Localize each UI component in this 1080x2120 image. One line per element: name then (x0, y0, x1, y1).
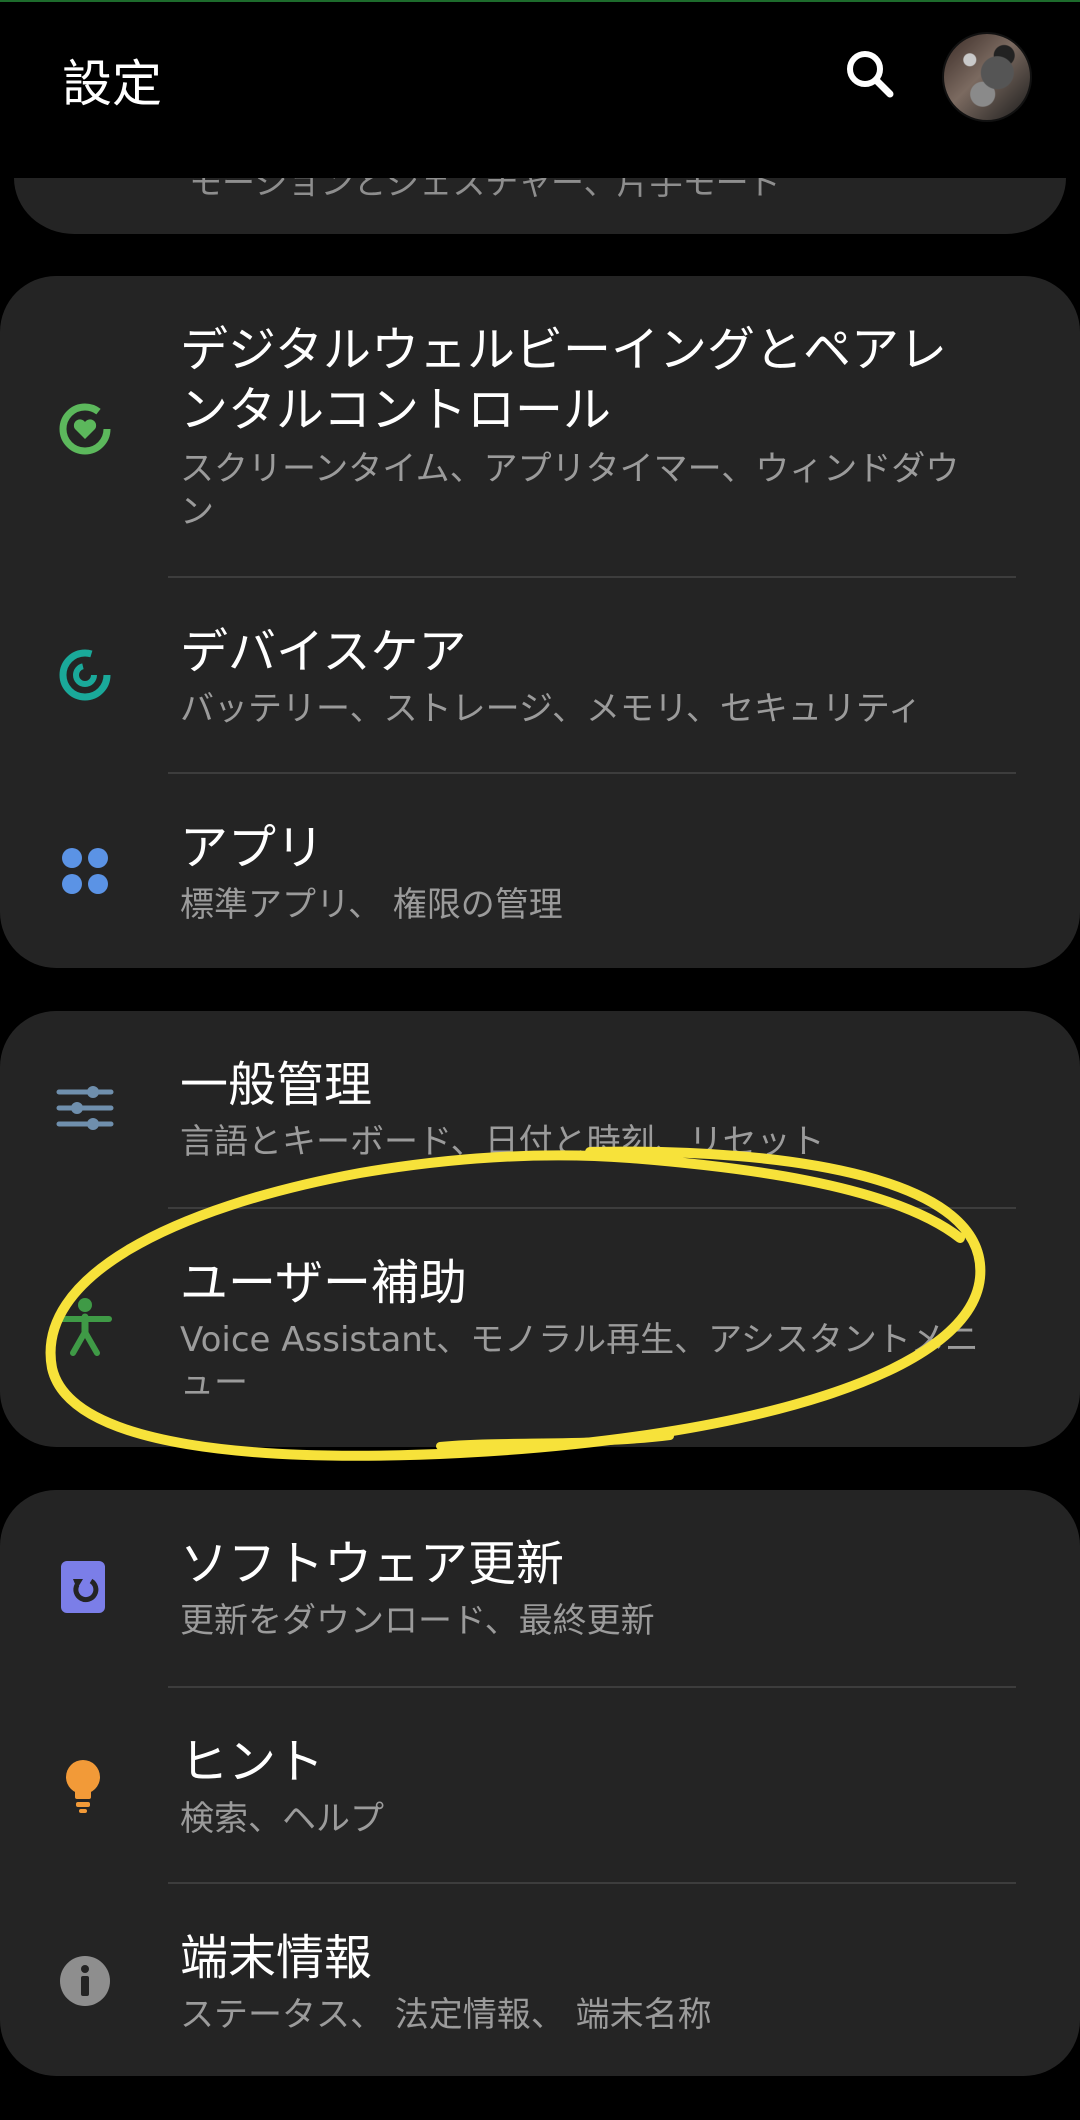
item-subtitle: 言語とキーボード、日付と時刻、リセット (180, 1122, 825, 1162)
settings-item-digital-wellbeing[interactable]: デジタルウェルビーイングとペアレンタルコントロール スクリーンタイム、アプリタイ… (0, 276, 1080, 576)
item-title: ソフトウェア更新 (180, 1536, 565, 1592)
settings-item-accessibility[interactable]: ユーザー補助 Voice Assistant、モノラル再生、アシスタントメニュー (0, 1209, 1080, 1447)
general-management-icon (55, 1078, 115, 1138)
item-title: デジタルウェルビーイングとペアレンタルコントロール (180, 322, 948, 438)
apps-icon (55, 841, 115, 901)
item-title: 端末情報 (180, 1930, 373, 1986)
item-title: アプリ (180, 820, 325, 876)
item-subtitle: 更新をダウンロード、最終更新 (180, 1601, 655, 1641)
settings-item-device-care[interactable]: デバイスケア バッテリー、ストレージ、メモリ、セキュリティ (0, 578, 1080, 772)
item-subtitle: 検索、ヘルプ (180, 1799, 384, 1839)
device-care-icon (55, 645, 115, 705)
partial-item-subtitle: モーションとジェスチャー、片手モード (189, 178, 782, 202)
profile-avatar[interactable] (942, 32, 1032, 122)
search-icon (847, 51, 894, 98)
settings-group-3: ソフトウェア更新 更新をダウンロード、最終更新 ヒント 検索、ヘルプ 端末情報 … (0, 1490, 1080, 2076)
accessibility-icon (55, 1297, 115, 1357)
page-title: 設定 (62, 55, 162, 113)
item-title: デバイスケア (180, 624, 467, 680)
settings-item-software-update[interactable]: ソフトウェア更新 更新をダウンロード、最終更新 (0, 1490, 1080, 1686)
settings-item-general-management[interactable]: 一般管理 言語とキーボード、日付と時刻、リセット (0, 1011, 1080, 1207)
software-update-icon (55, 1557, 115, 1617)
item-subtitle: ステータス、 法定情報、 端末名称 (180, 1995, 712, 2035)
app-header: 設定 (0, 0, 1080, 170)
item-subtitle: Voice Assistant、モノラル再生、アシスタントメニュー (180, 1320, 979, 1403)
settings-group-2: 一般管理 言語とキーボード、日付と時刻、リセット ユーザー補助 Voice As… (0, 1011, 1080, 1447)
digital-wellbeing-icon (55, 399, 115, 459)
item-title: ヒント (180, 1734, 325, 1790)
settings-item-tips[interactable]: ヒント 検索、ヘルプ (0, 1688, 1080, 1882)
item-subtitle: 標準アプリ、 権限の管理 (180, 885, 563, 925)
about-phone-info-icon (55, 1951, 115, 2011)
partial-settings-item[interactable]: モーションとジェスチャー、片手モード (14, 178, 1066, 234)
tips-lightbulb-icon (55, 1755, 115, 1815)
search-button[interactable] (840, 42, 900, 106)
item-title: ユーザー補助 (180, 1255, 468, 1311)
item-subtitle: スクリーンタイム、アプリタイマー、ウィンドダウン (180, 449, 960, 532)
settings-item-apps[interactable]: アプリ 標準アプリ、 権限の管理 (0, 774, 1080, 968)
settings-group-1: デジタルウェルビーイングとペアレンタルコントロール スクリーンタイム、アプリタイ… (0, 276, 1080, 968)
item-subtitle: バッテリー、ストレージ、メモリ、セキュリティ (180, 689, 922, 729)
settings-item-about-phone[interactable]: 端末情報 ステータス、 法定情報、 端末名称 (0, 1884, 1080, 2076)
item-title: 一般管理 (180, 1057, 373, 1113)
